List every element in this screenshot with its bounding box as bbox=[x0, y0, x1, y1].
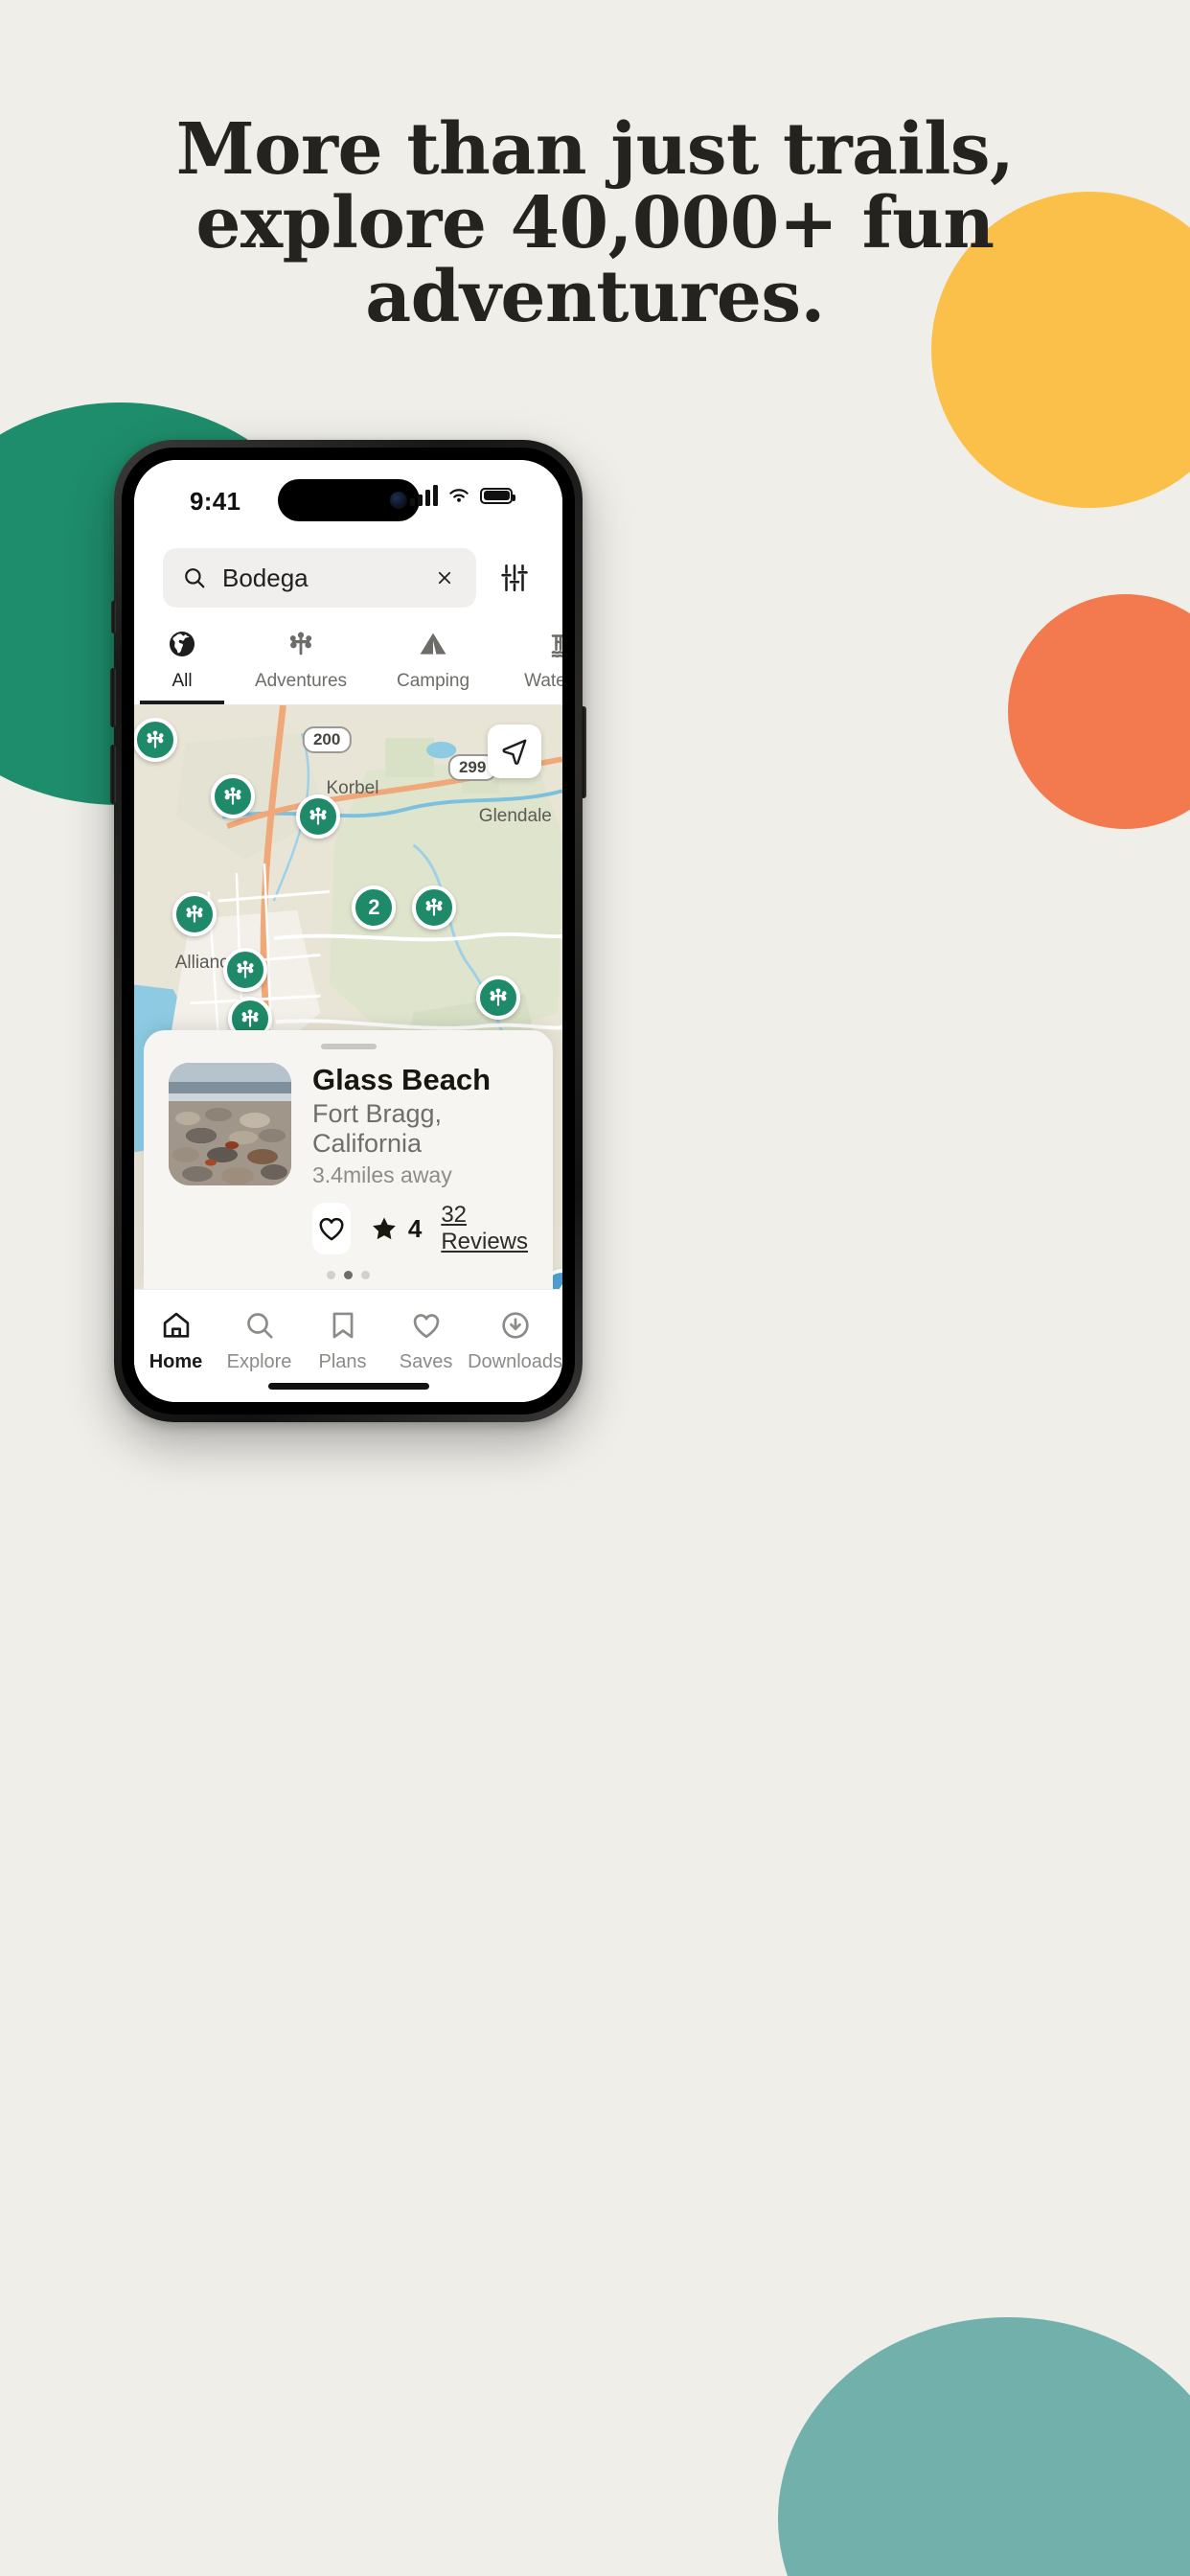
battery-full-icon bbox=[480, 487, 515, 504]
headline-line-1: More than just trails, bbox=[175, 108, 1015, 191]
filter-button[interactable] bbox=[495, 559, 534, 597]
home-indicator[interactable] bbox=[267, 1383, 429, 1390]
route-shield: 200 bbox=[302, 726, 352, 754]
decorative-blob-teal bbox=[778, 2317, 1190, 2576]
phone-bezel: 9:41 Bodega All Adventures Camping Wate … bbox=[122, 448, 575, 1414]
status-time: 9:41 bbox=[190, 487, 241, 516]
navigate-arrow-icon bbox=[502, 739, 527, 765]
nav-item-saves[interactable]: Saves bbox=[384, 1305, 468, 1373]
dynamic-island bbox=[277, 479, 420, 521]
search-value: Bodega bbox=[222, 563, 309, 592]
favorite-button[interactable] bbox=[312, 1203, 351, 1254]
cellular-bars-icon bbox=[410, 485, 438, 506]
nav-item-downloads[interactable]: Downloads bbox=[468, 1305, 562, 1373]
heart-icon bbox=[384, 1305, 468, 1346]
power-button[interactable] bbox=[581, 706, 586, 798]
nav-label: Explore bbox=[226, 1351, 292, 1372]
phone-mockup: 9:41 Bodega All Adventures Camping Wate … bbox=[110, 440, 586, 1422]
page-headline: More than just trails, explore 40,000+ f… bbox=[0, 113, 1190, 334]
map-pin-tree[interactable] bbox=[172, 892, 217, 937]
place-distance: 3.4miles away bbox=[312, 1162, 452, 1187]
star-icon bbox=[372, 1217, 396, 1240]
waterfall-icon bbox=[494, 625, 562, 663]
globe-icon bbox=[134, 625, 230, 663]
headline-line-3: adventures. bbox=[365, 255, 825, 338]
tab-all[interactable]: All bbox=[134, 625, 230, 705]
nav-item-explore[interactable]: Explore bbox=[217, 1305, 301, 1373]
nav-label: Plans bbox=[318, 1351, 367, 1372]
tab-label: Adventures bbox=[254, 671, 348, 691]
carousel-dot[interactable] bbox=[361, 1271, 370, 1279]
rating-value: 4 bbox=[407, 1213, 423, 1243]
bookmark-icon bbox=[301, 1305, 384, 1346]
map-pin-tree[interactable] bbox=[475, 976, 520, 1021]
headline-line-2: explore 40,000+ fun bbox=[195, 181, 995, 264]
phone-screen: 9:41 Bodega All Adventures Camping Wate … bbox=[134, 460, 562, 1402]
card-body: Glass Beach Fort Bragg, California 3.4mi… bbox=[169, 1063, 528, 1255]
tree-icon bbox=[230, 625, 372, 663]
map-pin-tree[interactable] bbox=[296, 794, 341, 840]
carousel-dots[interactable] bbox=[169, 1271, 528, 1279]
cluster-count: 2 bbox=[368, 894, 380, 919]
front-camera-icon bbox=[389, 492, 407, 509]
tab-label: Waterfalls bbox=[524, 671, 562, 691]
nav-item-home[interactable]: Home bbox=[134, 1305, 217, 1373]
volume-down-button[interactable] bbox=[110, 745, 116, 804]
reviews-link[interactable]: 32 Reviews bbox=[441, 1202, 528, 1255]
search-input[interactable]: Bodega bbox=[163, 548, 476, 608]
close-icon[interactable] bbox=[432, 565, 457, 590]
status-bar: 9:41 bbox=[134, 460, 562, 544]
card-drag-handle[interactable] bbox=[320, 1044, 377, 1050]
map-pin-tree[interactable] bbox=[134, 718, 178, 763]
nav-label: Home bbox=[149, 1351, 203, 1372]
home-icon bbox=[134, 1305, 217, 1346]
search-icon bbox=[217, 1305, 301, 1346]
tab-label: Camping bbox=[396, 671, 470, 691]
tab-label: All bbox=[172, 671, 193, 691]
search-icon bbox=[185, 568, 205, 588]
tab-waterfalls[interactable]: Waterfalls bbox=[494, 625, 562, 705]
map-label: Korbel bbox=[326, 778, 379, 799]
map-view[interactable]: Korbel Glendale Alliance Arcata Fickle H… bbox=[134, 705, 562, 1402]
tab-adventures[interactable]: Adventures bbox=[230, 625, 372, 705]
map-label: Glendale bbox=[478, 806, 552, 827]
locate-me-button[interactable] bbox=[488, 724, 541, 778]
nav-item-plans[interactable]: Plans bbox=[301, 1305, 384, 1373]
download-icon bbox=[468, 1305, 562, 1346]
search-row: Bodega bbox=[134, 544, 562, 608]
category-tabs: All Adventures Camping Wate bbox=[134, 608, 562, 705]
nav-label: Downloads bbox=[468, 1351, 562, 1372]
nav-label: Saves bbox=[399, 1351, 453, 1372]
place-info: Glass Beach Fort Bragg, California 3.4mi… bbox=[312, 1063, 528, 1255]
map-pin-cluster[interactable]: 2 bbox=[352, 885, 397, 930]
volume-up-button[interactable] bbox=[110, 668, 116, 727]
filter-sliders-icon bbox=[501, 564, 528, 592]
map-pin-tree[interactable] bbox=[210, 773, 255, 818]
tab-camping[interactable]: Camping bbox=[372, 625, 494, 705]
place-location: Fort Bragg, California bbox=[312, 1099, 443, 1158]
map-pin-tree[interactable] bbox=[223, 948, 268, 993]
place-thumbnail[interactable] bbox=[169, 1063, 291, 1186]
status-indicators bbox=[410, 485, 515, 506]
heart-icon bbox=[319, 1217, 344, 1241]
map-pin-tree[interactable] bbox=[411, 885, 456, 930]
carousel-dot[interactable] bbox=[327, 1271, 335, 1279]
phone-frame: 9:41 Bodega All Adventures Camping Wate … bbox=[110, 440, 586, 1422]
page-root: More than just trails, explore 40,000+ f… bbox=[0, 0, 1190, 2576]
wifi-icon bbox=[449, 489, 469, 502]
decorative-blob-orange bbox=[1008, 594, 1190, 829]
place-card[interactable]: Glass Beach Fort Bragg, California 3.4mi… bbox=[144, 1030, 553, 1289]
rating-group: 4 bbox=[370, 1214, 422, 1244]
place-title: Glass Beach bbox=[312, 1063, 492, 1097]
carousel-dot-active[interactable] bbox=[344, 1271, 353, 1279]
tent-icon bbox=[372, 625, 494, 663]
silent-switch[interactable] bbox=[111, 601, 116, 633]
place-actions: 4 32 Reviews bbox=[312, 1202, 528, 1255]
